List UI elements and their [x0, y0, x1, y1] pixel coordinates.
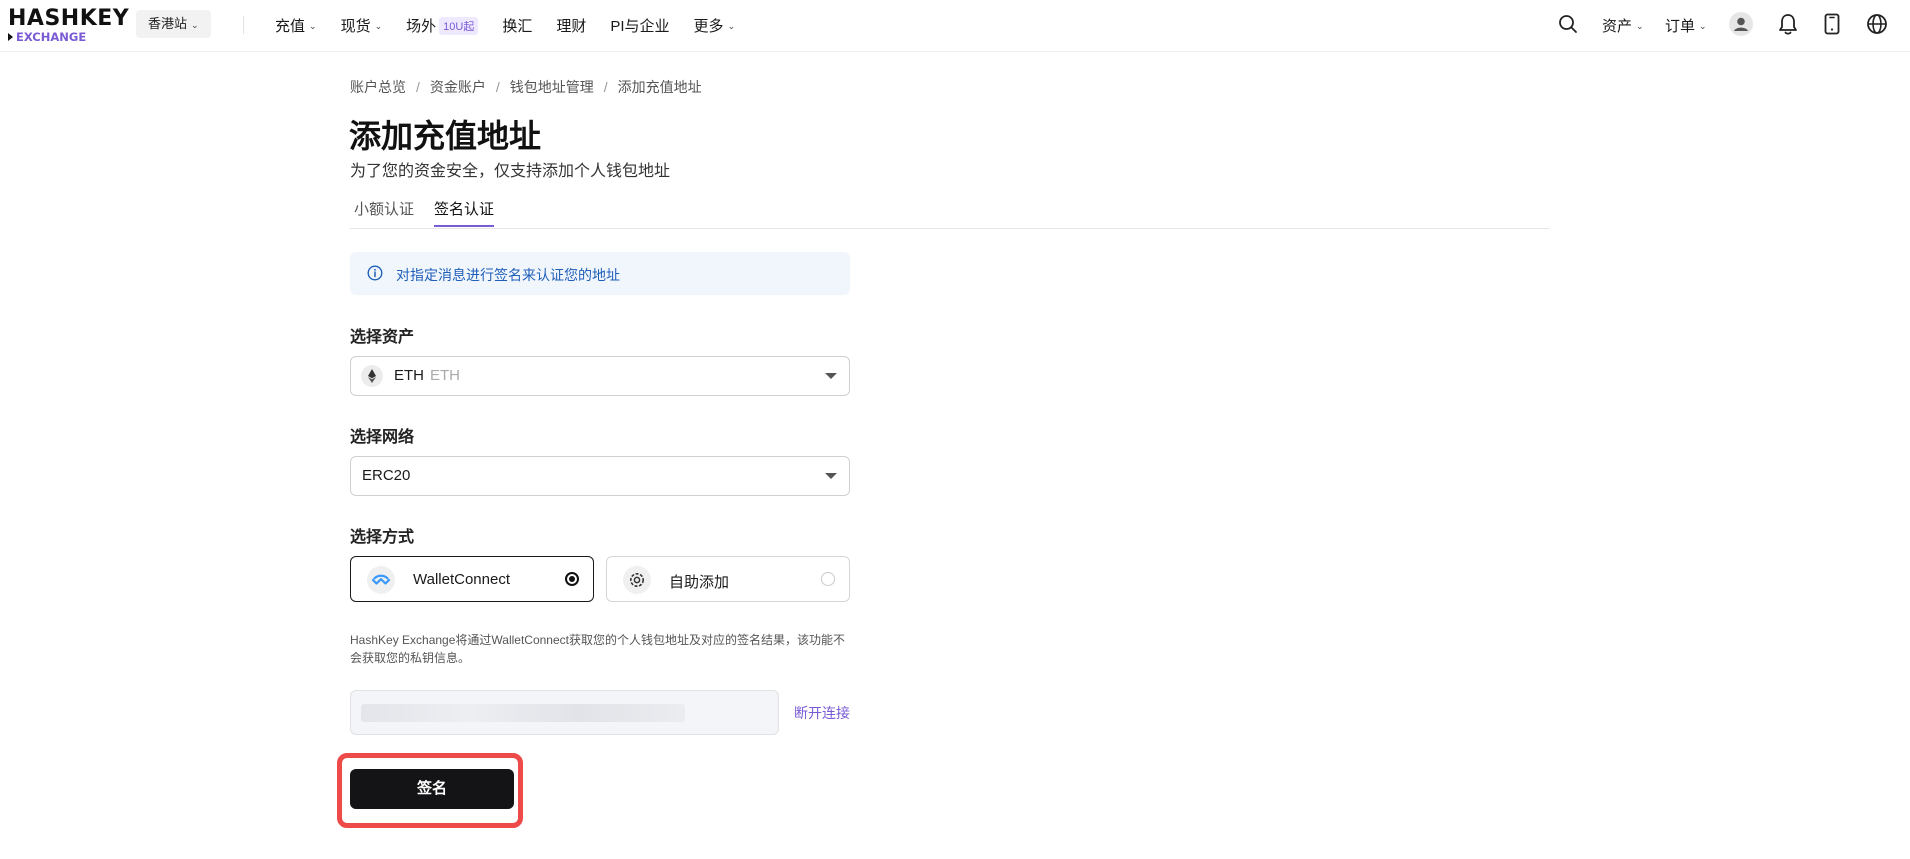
region-selector[interactable]: 香港站 ⌄	[136, 10, 211, 38]
method-option-label: 自助添加	[669, 574, 730, 591]
active-tab-indicator	[434, 225, 494, 227]
connected-address-field	[350, 690, 779, 735]
walletconnect-note: HashKey Exchange将通过WalletConnect获取您的个人钱包…	[350, 633, 845, 665]
verification-tabs: 小额认证 签名认证	[350, 190, 1550, 229]
top-navigation-bar: HASHKEY EXCHANGE 香港站 ⌄ 充值 ⌄ 现货 ⌄ 场外 10U起 换汇 …	[0, 0, 1910, 52]
chevron-down-icon: ⌄	[374, 20, 383, 31]
page-subtitle: 为了您的资金安全，仅支持添加个人钱包地址	[350, 163, 671, 180]
nav-label: 充值	[275, 17, 306, 35]
walletconnect-icon	[367, 566, 395, 594]
breadcrumb-current: 添加充值地址	[617, 79, 702, 95]
nav-label: 换汇	[502, 17, 533, 35]
nav-deposit[interactable]: 充值 ⌄	[275, 15, 317, 36]
nav-otc[interactable]: 场外 10U起	[406, 15, 479, 36]
globe-icon[interactable]	[1866, 13, 1888, 35]
address-redacted	[361, 704, 685, 722]
nav-divider	[243, 16, 244, 34]
info-text: 对指定消息进行签名来认证您的地址	[396, 267, 620, 283]
nav-label: 理财	[556, 17, 587, 35]
region-label: 香港站	[148, 16, 188, 31]
breadcrumb-account-overview[interactable]: 账户总览	[350, 79, 406, 95]
nav-label: 现货	[340, 17, 371, 35]
search-icon[interactable]	[1558, 14, 1578, 34]
breadcrumb-separator: /	[495, 79, 500, 95]
dropdown-caret-icon	[825, 373, 837, 379]
method-label: 选择方式	[350, 529, 415, 546]
logo-triangle-icon	[8, 33, 13, 41]
mobile-app-icon[interactable]	[1824, 13, 1840, 35]
chevron-down-icon: ⌄	[191, 20, 199, 30]
asset-selected-subtitle: ETH	[430, 367, 460, 384]
breadcrumb-separator: /	[416, 79, 420, 95]
orders-label: 订单	[1665, 18, 1696, 35]
network-select[interactable]: ERC20	[350, 456, 850, 496]
nav-more[interactable]: 更多 ⌄	[694, 15, 736, 36]
chevron-down-icon: ⌄	[727, 20, 736, 31]
avatar-icon[interactable]	[1729, 12, 1753, 36]
breadcrumb-funding-account[interactable]: 资金账户	[430, 79, 486, 95]
eth-coin-icon	[361, 365, 383, 387]
disconnect-link[interactable]: 断开连接	[794, 703, 850, 723]
radio-selected[interactable]	[565, 572, 579, 586]
main-nav: 充值 ⌄ 现货 ⌄ 场外 10U起 换汇 理财 PI与企业 更多 ⌄	[275, 0, 759, 50]
asset-selected-value: ETH	[394, 367, 424, 384]
asset-select[interactable]: ETH ETH	[350, 356, 850, 396]
method-option-walletconnect[interactable]: WalletConnect	[350, 556, 594, 602]
assets-menu[interactable]: 资产 ⌄	[1602, 15, 1644, 36]
nav-label: PI与企业	[610, 17, 670, 35]
breadcrumb: 账户总览 / 资金账户 / 钱包地址管理 / 添加充值地址	[350, 77, 702, 97]
nav-label: 更多	[693, 17, 724, 35]
chevron-down-icon: ⌄	[309, 20, 317, 31]
nav-exchange[interactable]: 换汇	[502, 15, 532, 36]
method-option-self-add[interactable]: 自助添加	[606, 556, 850, 602]
info-banner: 对指定消息进行签名来认证您的地址	[350, 252, 850, 295]
chevron-down-icon: ⌄	[1699, 21, 1707, 31]
logo-wordmark: HASHKEY	[8, 6, 130, 31]
network-selected-value: ERC20	[362, 467, 411, 484]
info-icon	[367, 265, 383, 281]
logo-subtitle: EXCHANGE	[16, 30, 87, 44]
asset-label: 选择资产	[350, 329, 415, 346]
nav-pi-enterprise[interactable]: PI与企业	[610, 15, 669, 36]
breadcrumb-separator: /	[603, 79, 608, 95]
page-title: 添加充值地址	[349, 118, 542, 154]
hashkey-logo[interactable]: HASHKEY EXCHANGE	[8, 6, 129, 44]
gear-icon	[623, 566, 651, 594]
bell-icon[interactable]	[1778, 13, 1798, 35]
nav-earn[interactable]: 理财	[556, 15, 586, 36]
method-option-label: WalletConnect	[413, 571, 510, 588]
radio-unselected[interactable]	[821, 572, 835, 586]
network-label: 选择网络	[350, 429, 415, 446]
sign-button[interactable]: 签名	[350, 769, 514, 809]
assets-label: 资产	[1602, 18, 1633, 35]
orders-menu[interactable]: 订单 ⌄	[1665, 15, 1707, 36]
tab-small-amount[interactable]: 小额认证	[354, 198, 414, 219]
tab-signature[interactable]: 签名认证	[434, 198, 494, 219]
otc-badge: 10U起	[439, 16, 479, 35]
dropdown-caret-icon	[825, 473, 837, 479]
nav-spot[interactable]: 现货 ⌄	[341, 15, 383, 36]
chevron-down-icon: ⌄	[1636, 21, 1644, 31]
nav-label: 场外	[406, 17, 437, 35]
breadcrumb-wallet-address-management[interactable]: 钱包地址管理	[510, 79, 594, 95]
